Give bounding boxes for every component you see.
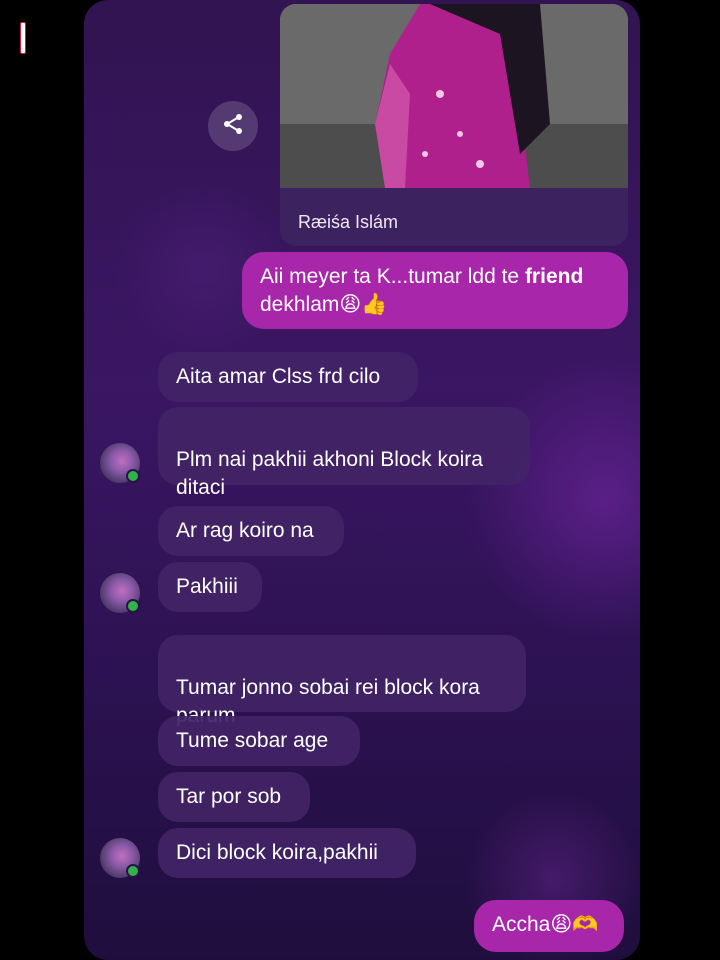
sender-avatar[interactable] bbox=[100, 838, 140, 878]
incoming-message[interactable]: Tume sobar age bbox=[158, 716, 360, 766]
incoming-message[interactable]: Aita amar Clss frd cilo bbox=[158, 352, 418, 402]
story-progress-indicator bbox=[20, 22, 26, 54]
incoming-message[interactable]: Pakhiii bbox=[158, 562, 262, 612]
incoming-message[interactable]: Ar rag koiro na bbox=[158, 506, 344, 556]
outgoing-message[interactable]: Aii meyer ta K...tumar ldd te friend dek… bbox=[242, 252, 628, 329]
chat-panel: Ræiśa Islám Aii meyer ta K...tumar ldd t… bbox=[84, 0, 640, 960]
share-icon bbox=[221, 112, 245, 141]
outgoing-message[interactable]: Accha😩🫶 bbox=[474, 900, 624, 952]
incoming-message[interactable]: Tumar jonno sobai rei block kora parum bbox=[158, 635, 526, 727]
link-preview-title: Ræiśa Islám bbox=[298, 212, 399, 232]
link-preview-card[interactable]: Ræiśa Islám bbox=[280, 4, 628, 246]
incoming-message[interactable]: Dici block koira,pakhii bbox=[158, 828, 416, 878]
incoming-message[interactable]: Plm nai pakhii akhoni Block koira ditaci bbox=[158, 407, 530, 499]
incoming-message[interactable]: Tar por sob bbox=[158, 772, 310, 822]
share-button[interactable] bbox=[208, 101, 258, 151]
sender-avatar[interactable] bbox=[100, 443, 140, 483]
link-preview-image bbox=[280, 4, 628, 188]
sender-avatar[interactable] bbox=[100, 573, 140, 613]
